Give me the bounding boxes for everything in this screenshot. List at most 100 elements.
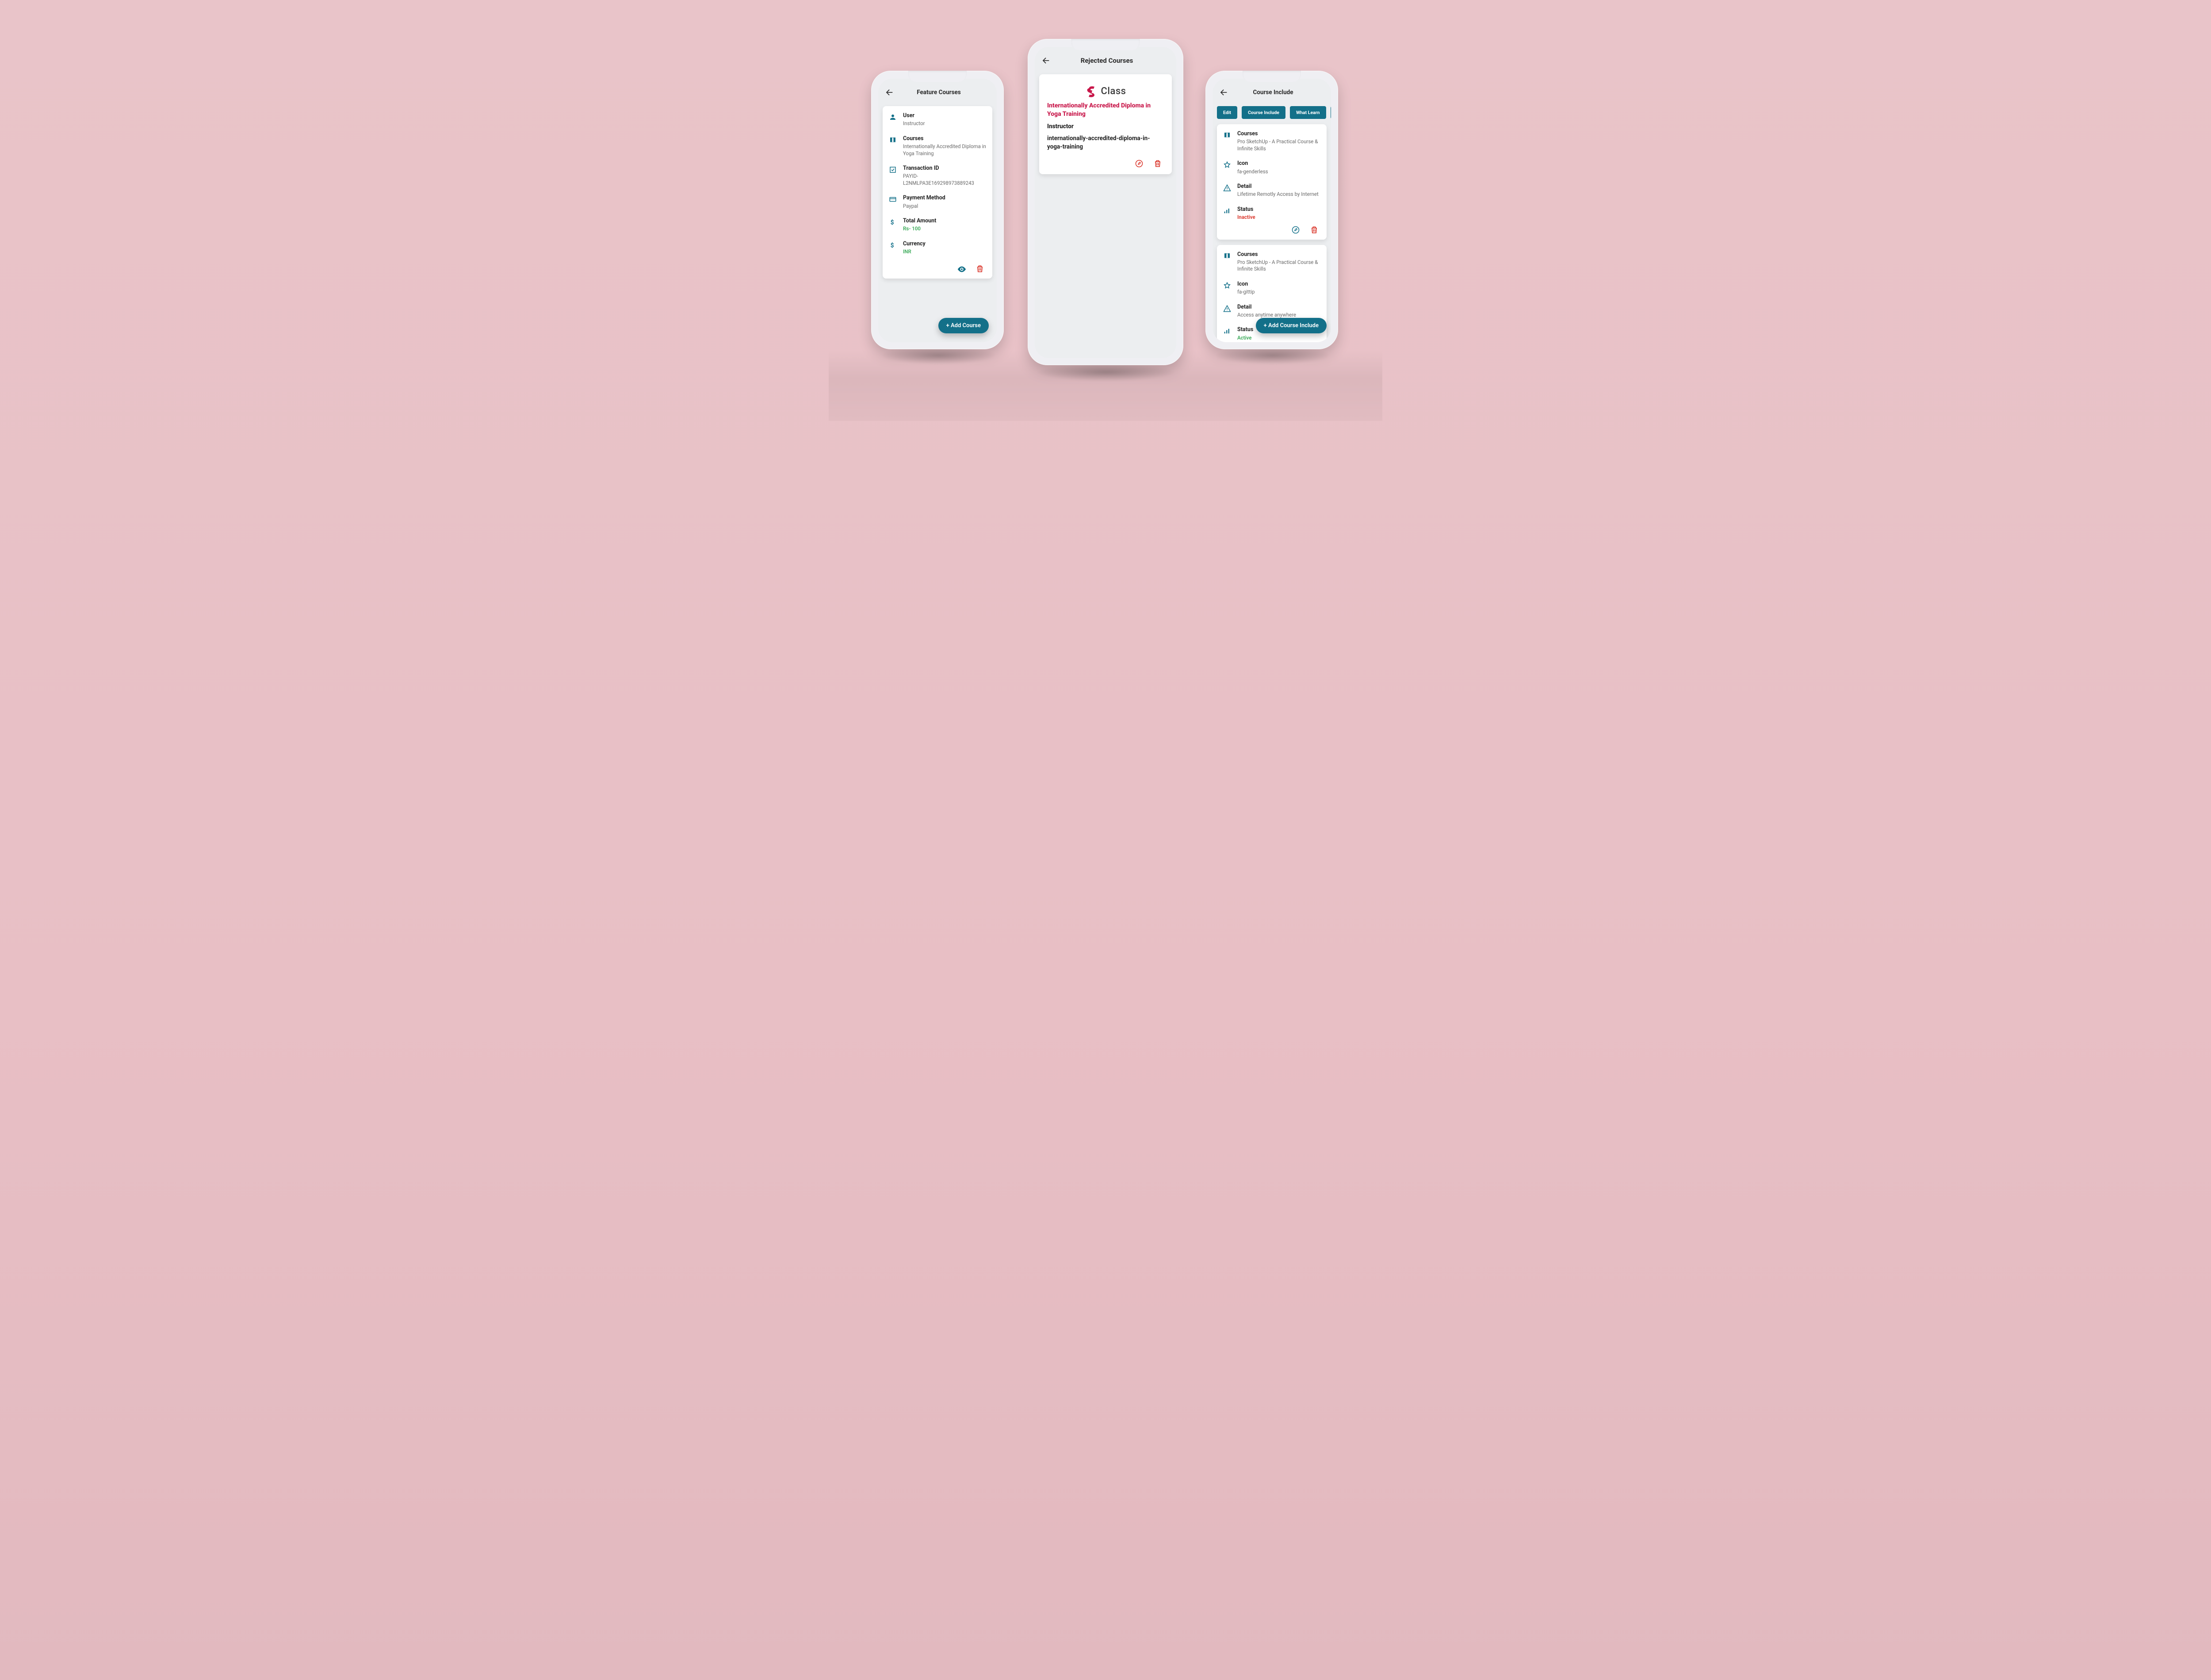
arrow-left-icon — [884, 88, 894, 97]
feature-course-card: User Instructor Courses Internationally … — [883, 106, 992, 279]
field-label: Detail — [1237, 304, 1296, 311]
phone-shadow — [1037, 363, 1174, 381]
field-payment-method: Payment Method Paypal — [888, 195, 987, 210]
back-button[interactable] — [1219, 88, 1228, 97]
svg-text:$: $ — [891, 219, 894, 226]
phone-course-include: Course Include Edit Course Include What … — [1205, 71, 1338, 349]
field-value: Paypal — [903, 203, 945, 210]
tab-what-learn[interactable]: What Learn — [1290, 106, 1326, 119]
arrow-left-icon — [1219, 88, 1228, 97]
appbar: Course Include — [1213, 79, 1331, 103]
field-label: Total Amount — [903, 218, 936, 225]
field-label: Status — [1237, 326, 1253, 333]
card-actions — [1222, 225, 1321, 235]
delete-button[interactable] — [1153, 159, 1162, 168]
field-label: Icon — [1237, 281, 1255, 288]
edit-button[interactable] — [1135, 159, 1144, 168]
rejected-course-card: Class Internationally Accredited Diploma… — [1039, 74, 1172, 174]
alert-icon — [1222, 304, 1232, 319]
edit-circle-icon — [1291, 225, 1300, 234]
field-label: Courses — [903, 135, 987, 142]
trash-icon — [975, 264, 984, 273]
card-actions — [888, 263, 987, 274]
field-courses: Courses Pro SketchUp - A Practical Cours… — [1222, 251, 1321, 273]
field-value: Rs- 100 — [903, 225, 936, 233]
delete-button[interactable] — [1310, 225, 1319, 234]
edit-button[interactable] — [1291, 225, 1300, 234]
field-transaction-id: Transaction ID PAYID-L2NMLPA3E1692989738… — [888, 165, 987, 187]
tabs: Edit Course Include What Learn — [1213, 106, 1331, 119]
course-slug: internationally-accredited-diploma-in-yo… — [1047, 134, 1164, 151]
phone-shadow — [1215, 347, 1330, 364]
field-label: Currency — [903, 241, 926, 248]
phone-rejected-courses: Rejected Courses Class Internationally A… — [1028, 39, 1183, 365]
field-value: fa-genderless — [1237, 168, 1268, 176]
brand-word: Class — [1101, 86, 1126, 97]
course-title: Internationally Accredited Diploma in Yo… — [1047, 102, 1164, 118]
dollar-icon: $ — [888, 241, 898, 256]
bars-icon — [1222, 326, 1232, 341]
field-value: INR — [903, 248, 926, 256]
field-total-amount: $ Total Amount Rs- 100 — [888, 218, 987, 233]
person-icon — [888, 112, 898, 127]
page-title: Rejected Courses — [1057, 57, 1157, 65]
tab-course-include[interactable]: Course Include — [1242, 106, 1285, 119]
mockup-stage: Feature Courses User Instructor — [829, 0, 1382, 421]
appbar: Rejected Courses — [1035, 47, 1176, 72]
field-value: Internationally Accredited Diploma in Yo… — [903, 143, 987, 157]
field-label: Courses — [1237, 130, 1321, 137]
view-button[interactable] — [957, 264, 966, 273]
phone-feature-courses: Feature Courses User Instructor — [871, 71, 1004, 349]
check-square-icon — [888, 165, 898, 187]
course-role: Instructor — [1047, 123, 1164, 130]
field-courses: Courses Internationally Accredited Diplo… — [888, 135, 987, 157]
trash-icon — [1153, 159, 1162, 168]
back-button[interactable] — [1041, 56, 1051, 65]
field-label: Detail — [1237, 183, 1319, 190]
brand-mark-icon — [1085, 85, 1098, 97]
alert-icon — [1222, 183, 1232, 198]
field-label: Transaction ID — [903, 165, 987, 172]
field-courses: Courses Pro SketchUp - A Practical Cours… — [1222, 130, 1321, 152]
arrow-left-icon — [1041, 56, 1051, 65]
field-icon: Icon fa-gittip — [1222, 281, 1321, 296]
phone-notch — [1243, 71, 1301, 82]
brand: Class — [1046, 80, 1165, 100]
delete-button[interactable] — [975, 264, 984, 273]
bars-icon — [1222, 206, 1232, 221]
back-button[interactable] — [884, 88, 894, 97]
screen: Feature Courses User Instructor — [878, 79, 997, 342]
field-status: Status Inactive — [1222, 206, 1321, 221]
field-label: Status — [1237, 206, 1255, 213]
add-course-button[interactable]: + Add Course — [938, 318, 989, 333]
credit-card-icon — [888, 195, 898, 210]
field-value: Instructor — [903, 120, 925, 127]
field-value: Pro SketchUp - A Practical Course & Infi… — [1237, 259, 1321, 273]
field-value: fa-gittip — [1237, 289, 1255, 296]
field-label: Icon — [1237, 160, 1268, 167]
screen: Rejected Courses Class Internationally A… — [1035, 47, 1176, 358]
tab-edit[interactable]: Edit — [1217, 106, 1237, 119]
trash-icon — [1310, 225, 1319, 234]
star-icon — [1222, 281, 1232, 296]
screen: Course Include Edit Course Include What … — [1213, 79, 1331, 342]
field-label: User — [903, 112, 925, 119]
book-icon — [888, 135, 898, 157]
add-course-include-button[interactable]: + Add Course Include — [1256, 318, 1327, 333]
field-value: PAYID-L2NMLPA3E169298973889243 — [903, 173, 987, 187]
svg-text:$: $ — [891, 242, 894, 249]
page-title: Feature Courses — [900, 89, 977, 96]
field-user: User Instructor — [888, 112, 987, 127]
course-include-card: Courses Pro SketchUp - A Practical Cours… — [1217, 124, 1327, 240]
page-title: Course Include — [1235, 89, 1312, 96]
field-detail: Detail Lifetime Remotly Access by Intern… — [1222, 183, 1321, 198]
field-detail: Detail Access anytime anywhere — [1222, 304, 1321, 319]
book-icon — [1222, 251, 1232, 273]
field-label: Payment Method — [903, 195, 945, 202]
appbar: Feature Courses — [878, 79, 997, 103]
star-icon — [1222, 160, 1232, 175]
field-value: Inactive — [1237, 214, 1255, 221]
book-icon — [1222, 130, 1232, 152]
phone-shadow — [881, 347, 996, 364]
field-value: Active — [1237, 335, 1253, 342]
